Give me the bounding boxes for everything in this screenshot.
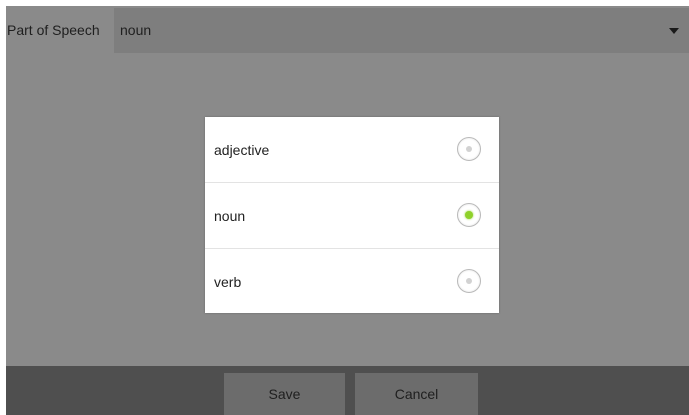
radio-unchecked-icon[interactable] — [457, 137, 481, 161]
part-of-speech-dialog: adjective noun verb — [205, 117, 499, 313]
option-label: noun — [214, 208, 246, 224]
option-adjective[interactable]: adjective — [205, 117, 499, 182]
part-of-speech-label: Part of Speech — [7, 22, 100, 38]
dropdown-triangle-icon — [669, 28, 679, 34]
option-label: adjective — [214, 142, 270, 158]
screen: Part of Speech noun Save Cancel adjectiv… — [0, 0, 689, 415]
option-verb[interactable]: verb — [205, 249, 499, 314]
option-label: verb — [214, 274, 242, 290]
cancel-button[interactable]: Cancel — [355, 373, 478, 415]
part-of-speech-row: Part of Speech noun — [6, 6, 689, 53]
option-noun[interactable]: noun — [205, 183, 499, 248]
radio-unchecked-icon[interactable] — [457, 269, 481, 293]
part-of-speech-value: noun — [120, 22, 152, 38]
radio-checked-icon[interactable] — [457, 203, 481, 227]
bottom-action-bar: Save Cancel — [6, 366, 689, 415]
part-of-speech-select[interactable]: noun — [114, 8, 689, 53]
save-button[interactable]: Save — [224, 373, 345, 415]
